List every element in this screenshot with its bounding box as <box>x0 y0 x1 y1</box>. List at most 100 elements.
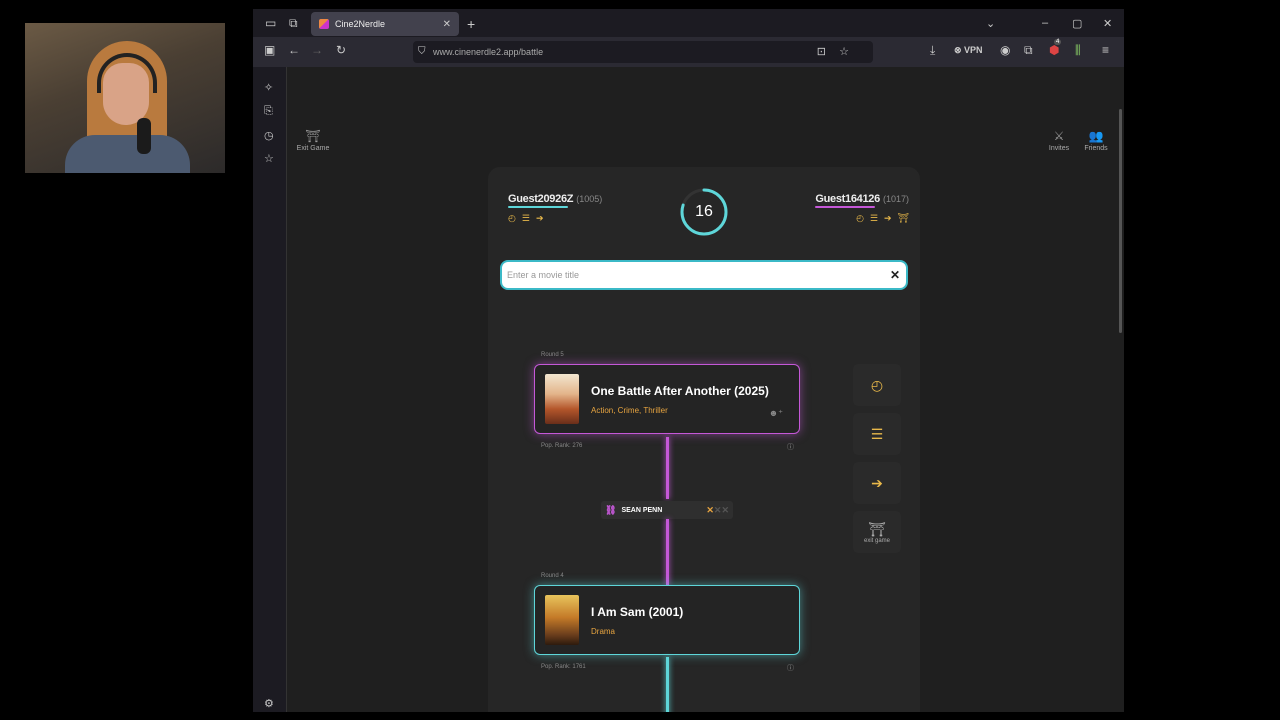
install-app-icon[interactable]: ⊡ <box>817 45 826 58</box>
game-board: Guest20926Z (1005) ◴ ☰ ➔ 16 Guest164126 … <box>488 167 920 712</box>
webcam-person-shirt <box>65 135 190 173</box>
chain-connector <box>666 519 669 585</box>
reload-icon[interactable]: ↻ <box>336 44 346 56</box>
clock-icon: ◴ <box>508 213 516 223</box>
movie-genres: Drama <box>591 626 616 636</box>
history-icon[interactable]: ◷ <box>264 129 274 142</box>
bookmark-star-icon[interactable]: ☆ <box>839 45 849 58</box>
site-favicon-icon <box>319 19 329 29</box>
player-one-name: Guest20926Z <box>508 193 574 205</box>
crossed-swords-icon: ⚔ <box>1053 129 1065 143</box>
sidebar-panel-icon[interactable]: ▣ <box>264 44 275 56</box>
door-icon: ⛩ <box>868 520 886 537</box>
page-content: ⛩ Exit Game ⚔ Invites 👥 Friends Guest209… <box>287 67 1124 712</box>
navigation-bar: ▣ ← → ↻ ⛉ www.cinenerdle2.app/battle ⊡ ☆… <box>253 37 1124 67</box>
round-timer: 16 <box>679 187 729 237</box>
synced-tabs-icon[interactable]: ⎘ <box>264 105 273 118</box>
downloads-icon[interactable]: ⤓ <box>930 44 935 56</box>
tab-groups-icon[interactable]: ⧉ <box>289 17 298 29</box>
movie-search-input[interactable] <box>507 270 887 280</box>
movie-title: I Am Sam (2001) <box>591 604 684 619</box>
shield-icon: ⛉ <box>418 46 426 57</box>
url-text: www.cinenerdle2.app/battle <box>433 47 544 57</box>
movie-card-round-4: I Am Sam (2001) Drama <box>534 585 800 655</box>
extensions-icon[interactable]: ⧉ <box>1024 44 1033 56</box>
account-icon[interactable]: ◉ <box>1000 44 1010 56</box>
settings-gear-icon[interactable]: ⚙ <box>264 697 274 710</box>
tab-close-icon[interactable]: ✕ <box>443 19 451 30</box>
window-close-icon[interactable]: ✕ <box>1103 17 1112 30</box>
exit-game-button[interactable]: ⛩ Exit Game <box>293 129 333 152</box>
movie-search: ✕ <box>500 260 908 290</box>
list-lifeline-button[interactable]: ☰ <box>853 413 901 455</box>
vpn-label: VPN <box>964 45 983 55</box>
info-icon[interactable]: ⓘ <box>787 442 794 452</box>
page-scrollbar[interactable] <box>1119 109 1122 333</box>
maximize-icon[interactable]: ▢ <box>1072 17 1082 30</box>
reaction-face-icon[interactable]: ☻⁺ <box>769 408 783 419</box>
menu-icon[interactable]: ≡ <box>1102 44 1109 56</box>
round-label: Round 4 <box>541 573 564 579</box>
invites-label: Invites <box>1048 145 1070 152</box>
player-one-lifelines: ◴ ☰ ➔ <box>508 213 602 224</box>
pop-rank: Pop. Rank: 1761 <box>541 664 586 670</box>
info-icon[interactable]: ⓘ <box>787 663 794 673</box>
bookmarks-star-icon[interactable]: ☆ <box>264 152 274 165</box>
chain-connector <box>666 437 669 499</box>
exit-game-label: Exit Game <box>296 145 330 152</box>
address-bar[interactable]: ⛉ www.cinenerdle2.app/battle ⊡ ☆ <box>413 41 873 63</box>
clear-search-icon[interactable]: ✕ <box>890 268 900 282</box>
webcam-overlay <box>25 23 225 173</box>
tab-title: Cine2Nerdle <box>335 19 386 29</box>
strikes-indicator: ✕✕✕ <box>706 504 729 515</box>
timer-value: 16 <box>695 203 713 220</box>
connection-pill: ⛓ SEAN PENN ✕✕✕ <box>601 501 733 519</box>
link-chain-icon: ⛓ <box>605 504 617 515</box>
player-one: Guest20926Z (1005) ◴ ☰ ➔ <box>508 193 602 224</box>
skip-icon: ➔ <box>884 213 892 223</box>
tab-cine2nerdle[interactable]: Cine2Nerdle ✕ <box>311 12 459 36</box>
friends-icon: 👥 <box>1088 129 1104 143</box>
extension-badge: 4 <box>1054 39 1062 45</box>
player-two-lifelines: ◴ ☰ ➔ ⛩ <box>815 213 909 224</box>
tab-list-chevron-icon[interactable]: ⌄ <box>986 17 995 30</box>
time-lifeline-button[interactable]: ◴ <box>853 364 901 406</box>
browser-sidebar: ✧ ⎘ ◷ ☆ ⚙ <box>253 67 287 712</box>
tab-bar: ▭ ⧉ Cine2Nerdle ✕ + ⌄ – ▢ ✕ <box>253 9 1124 37</box>
equalizer-icon[interactable]: ⫼ <box>1075 44 1081 56</box>
player-two-name: Guest164126 <box>815 193 880 205</box>
back-icon[interactable]: ← <box>288 44 300 56</box>
movie-title: One Battle After Another (2025) <box>591 383 769 398</box>
vpn-button[interactable]: ⊗ VPN <box>954 46 983 55</box>
player-two-rating: (1017) <box>882 194 909 204</box>
minimize-icon[interactable]: – <box>1042 17 1048 29</box>
invites-button[interactable]: ⚔ Invites <box>1039 129 1079 152</box>
door-icon: ⛩ <box>305 129 321 143</box>
ai-sparkle-icon[interactable]: ✧ <box>264 81 273 94</box>
player-one-rating: (1005) <box>576 194 603 204</box>
friends-button[interactable]: 👥 Friends <box>1076 129 1116 152</box>
ublock-icon[interactable]: ⬢ <box>1049 44 1059 56</box>
round-label: Round 5 <box>541 352 564 358</box>
forward-icon[interactable]: → <box>311 44 323 56</box>
door-icon: ⛩ <box>897 213 909 223</box>
skip-lifeline-button[interactable]: ➔ <box>853 462 901 504</box>
microphone <box>137 118 151 154</box>
player-one-underline <box>508 206 568 208</box>
new-tab-icon[interactable]: + <box>467 17 475 31</box>
skip-icon: ➔ <box>535 213 544 223</box>
clock-icon: ◴ <box>870 376 884 393</box>
connection-name: SEAN PENN <box>621 506 663 514</box>
skip-icon: ➔ <box>871 474 883 491</box>
movie-poster <box>545 374 579 424</box>
sidebar-toggle-icon[interactable]: ▭ <box>265 17 276 29</box>
player-two: Guest164126 (1017) ◴ ☰ ➔ ⛩ <box>815 193 909 224</box>
list-icon: ☰ <box>521 213 530 223</box>
clock-icon: ◴ <box>856 213 864 223</box>
browser-window: ▭ ⧉ Cine2Nerdle ✕ + ⌄ – ▢ ✕ ▣ ← → ↻ ⛉ ww… <box>253 9 1124 712</box>
exit-game-side-button[interactable]: ⛩ exit game <box>853 511 901 553</box>
exit-game-side-label: exit game <box>863 537 890 544</box>
list-icon: ☰ <box>869 213 879 223</box>
list-icon: ☰ <box>870 425 884 442</box>
friends-label: Friends <box>1084 145 1108 152</box>
